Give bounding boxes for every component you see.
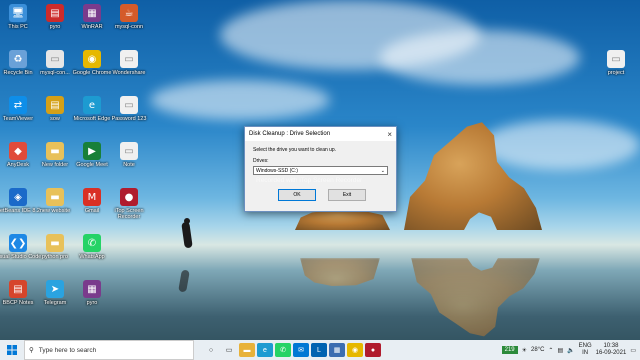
tray-chevron-icon[interactable]: ⌃ [548, 347, 553, 354]
app-icon: ▬ [46, 234, 64, 252]
folder-icon: ▭ [607, 50, 625, 68]
desktop-icon-project[interactable]: ▭ project [590, 50, 640, 76]
app-icon: 🖥 [9, 4, 27, 22]
desktop-icon[interactable]: ☕ mysql-conn [103, 4, 155, 30]
drive-select[interactable]: Windows-SSD (C:) ⌄ [253, 166, 388, 175]
desktop-icon-label: WhatsApp [79, 254, 105, 260]
app-icon: ▭ [46, 50, 64, 68]
desktop-icon-label: iTop Screen Recorder [114, 208, 144, 220]
desktop-icon-label: Note [123, 162, 135, 168]
desktop-icon[interactable]: ▦ pyro [66, 280, 118, 306]
app-icon: ⇄ [9, 96, 27, 114]
clock-time: 10:38 [603, 343, 619, 349]
desktop-icon[interactable]: ✆ WhatsApp [66, 234, 118, 260]
desktop-icon-label: project [607, 70, 625, 76]
desktop-icon[interactable]: ▭ Note [103, 142, 155, 168]
taskbar-search-box[interactable]: ⚲ Type here to search [24, 340, 194, 360]
start-button[interactable] [0, 340, 24, 360]
app-icon: ● [120, 188, 138, 206]
app-icon: M [83, 188, 101, 206]
taskbar-apps: ○ ▭ ▬ e ✆ ✉ L ▦ ◉ ● [202, 343, 382, 357]
app-icon: ◉ [83, 50, 101, 68]
app-icon: ▭ [120, 96, 138, 114]
lang-secondary: IN [582, 350, 589, 356]
app-icon: ♻ [9, 50, 27, 68]
app-icon: ☕ [120, 4, 138, 22]
recorder-taskbar-icon[interactable]: ● [365, 343, 381, 357]
desktop-icon-label: mysql-conn [114, 24, 144, 30]
app-icon: ▤ [9, 280, 27, 298]
app-icon: ▭ [120, 142, 138, 160]
app-icon: e [83, 96, 101, 114]
edge-taskbar-icon[interactable]: e [257, 343, 273, 357]
drive-select-value: Windows-SSD (C:) [256, 167, 298, 174]
app-icon: ▬ [46, 188, 64, 206]
close-icon[interactable]: × [387, 130, 392, 139]
app-icon: ▦ [83, 280, 101, 298]
app-icon: ▬ [46, 142, 64, 160]
clock[interactable]: 10:38 16-09-2021 [596, 343, 627, 357]
volume-icon[interactable]: 🔈 [567, 347, 574, 354]
app-icon: ◈ [9, 188, 27, 206]
language-indicator[interactable]: ENG IN [579, 343, 592, 357]
desktop-icon[interactable]: ▭ Wondershare [103, 50, 155, 76]
windows-logo-icon [7, 345, 17, 355]
store-taskbar-icon[interactable]: ▦ [329, 343, 345, 357]
recorder-watermark: Recorded with iTop Screen Recorder [256, 177, 363, 184]
desktop-icon[interactable]: ▭ Password 123 [103, 96, 155, 122]
drives-label: Drives: [253, 158, 269, 164]
weather-icon[interactable]: ☀ [522, 347, 527, 354]
chevron-down-icon: ⌄ [380, 167, 385, 174]
app-icon: ▭ [120, 50, 138, 68]
weather-temp[interactable]: 28°C [531, 347, 544, 353]
file-explorer-icon[interactable]: ▬ [239, 343, 255, 357]
app-icon: ▶ [83, 142, 101, 160]
desktop-icon[interactable]: ● iTop Screen Recorder [103, 188, 155, 220]
network-icon[interactable]: ▤ [557, 347, 563, 354]
search-placeholder: Type here to search [38, 346, 97, 354]
app-icon: ✆ [83, 234, 101, 252]
app-icon: ▤ [46, 4, 64, 22]
ok-button[interactable]: OK [278, 189, 316, 201]
dialog-title: Disk Cleanup : Drive Selection [249, 131, 331, 137]
search-icon: ⚲ [29, 347, 34, 354]
desktop-icon-label: Password 123 [111, 116, 147, 122]
exit-button[interactable]: Exit [328, 189, 366, 201]
taskbar: ⚲ Type here to search ○ ▭ ▬ e ✆ ✉ L ▦ ◉ ● 219 ☀ 2… [0, 340, 640, 360]
chrome-taskbar-icon[interactable]: ◉ [347, 343, 363, 357]
dialog-prompt: Select the drive you want to clean up. [253, 147, 337, 153]
app-icon: ➤ [46, 280, 64, 298]
l-app-taskbar-icon[interactable]: L [311, 343, 327, 357]
cortana-icon[interactable]: ○ [203, 343, 219, 357]
clock-date: 16-09-2021 [595, 350, 627, 356]
lang-primary: ENG [578, 343, 592, 349]
app-icon: ◆ [9, 142, 27, 160]
app-icon: ▤ [46, 96, 64, 114]
app-icon: ▦ [83, 4, 101, 22]
desktop-icon-label: Wondershare [112, 70, 146, 76]
dialog-titlebar[interactable]: Disk Cleanup : Drive Selection × [245, 127, 396, 141]
mail-taskbar-icon[interactable]: ✉ [293, 343, 309, 357]
desktop-icon-label: pyro [86, 300, 98, 306]
counter-badge[interactable]: 219 [501, 346, 518, 354]
whatsapp-taskbar-icon[interactable]: ✆ [275, 343, 291, 357]
system-tray: 219 ☀ 28°C ⌃ ▤ 🔈 ENG IN 10:38 16-09-2021… [501, 340, 636, 360]
disk-cleanup-dialog: Disk Cleanup : Drive Selection × Select … [244, 126, 397, 212]
task-view-icon[interactable]: ▭ [221, 343, 237, 357]
app-icon: ❮❯ [9, 234, 27, 252]
notification-icon[interactable]: ▭ [630, 347, 636, 354]
